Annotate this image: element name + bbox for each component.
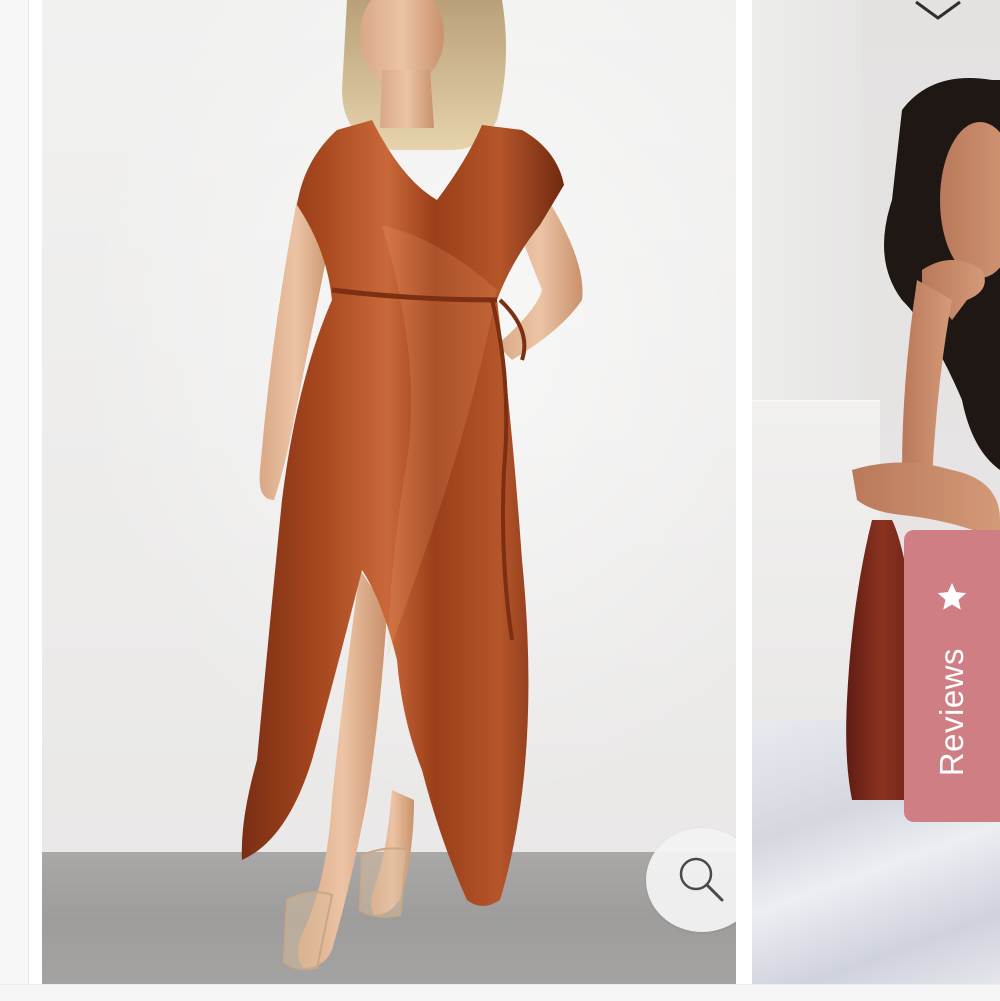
model-seated-photo bbox=[846, 78, 1000, 800]
bottom-strip bbox=[0, 984, 1000, 1001]
reviews-tab[interactable]: Reviews bbox=[904, 530, 1000, 822]
star-icon bbox=[937, 582, 967, 610]
chevron-down-icon[interactable] bbox=[912, 0, 964, 22]
product-image-main[interactable] bbox=[42, 0, 736, 984]
product-image-next[interactable] bbox=[752, 0, 1000, 984]
page-left-edge bbox=[0, 0, 29, 1000]
search-icon bbox=[679, 857, 724, 902]
reviews-label: Reviews bbox=[933, 648, 970, 777]
wrap-dress-photo bbox=[241, 0, 583, 971]
